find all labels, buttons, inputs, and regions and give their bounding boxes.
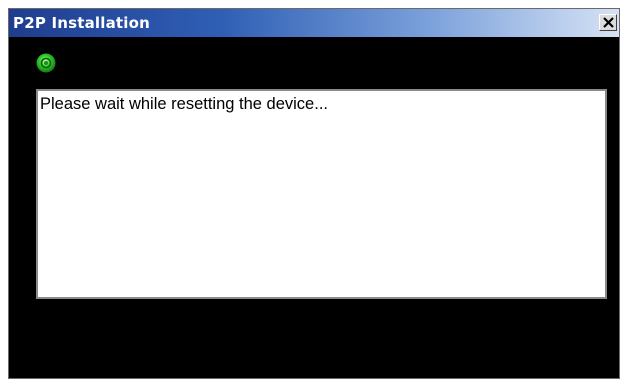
close-icon	[602, 17, 614, 28]
title-bar[interactable]: P2P Installation	[9, 9, 619, 37]
status-message: Please wait while resetting the device..…	[40, 95, 328, 113]
message-panel: Please wait while resetting the device..…	[36, 89, 607, 299]
close-button[interactable]	[599, 14, 617, 31]
green-status-light-icon	[36, 53, 56, 73]
installation-dialog: P2P Installation Please wait while reset…	[8, 8, 620, 379]
window-title: P2P Installation	[13, 14, 151, 32]
